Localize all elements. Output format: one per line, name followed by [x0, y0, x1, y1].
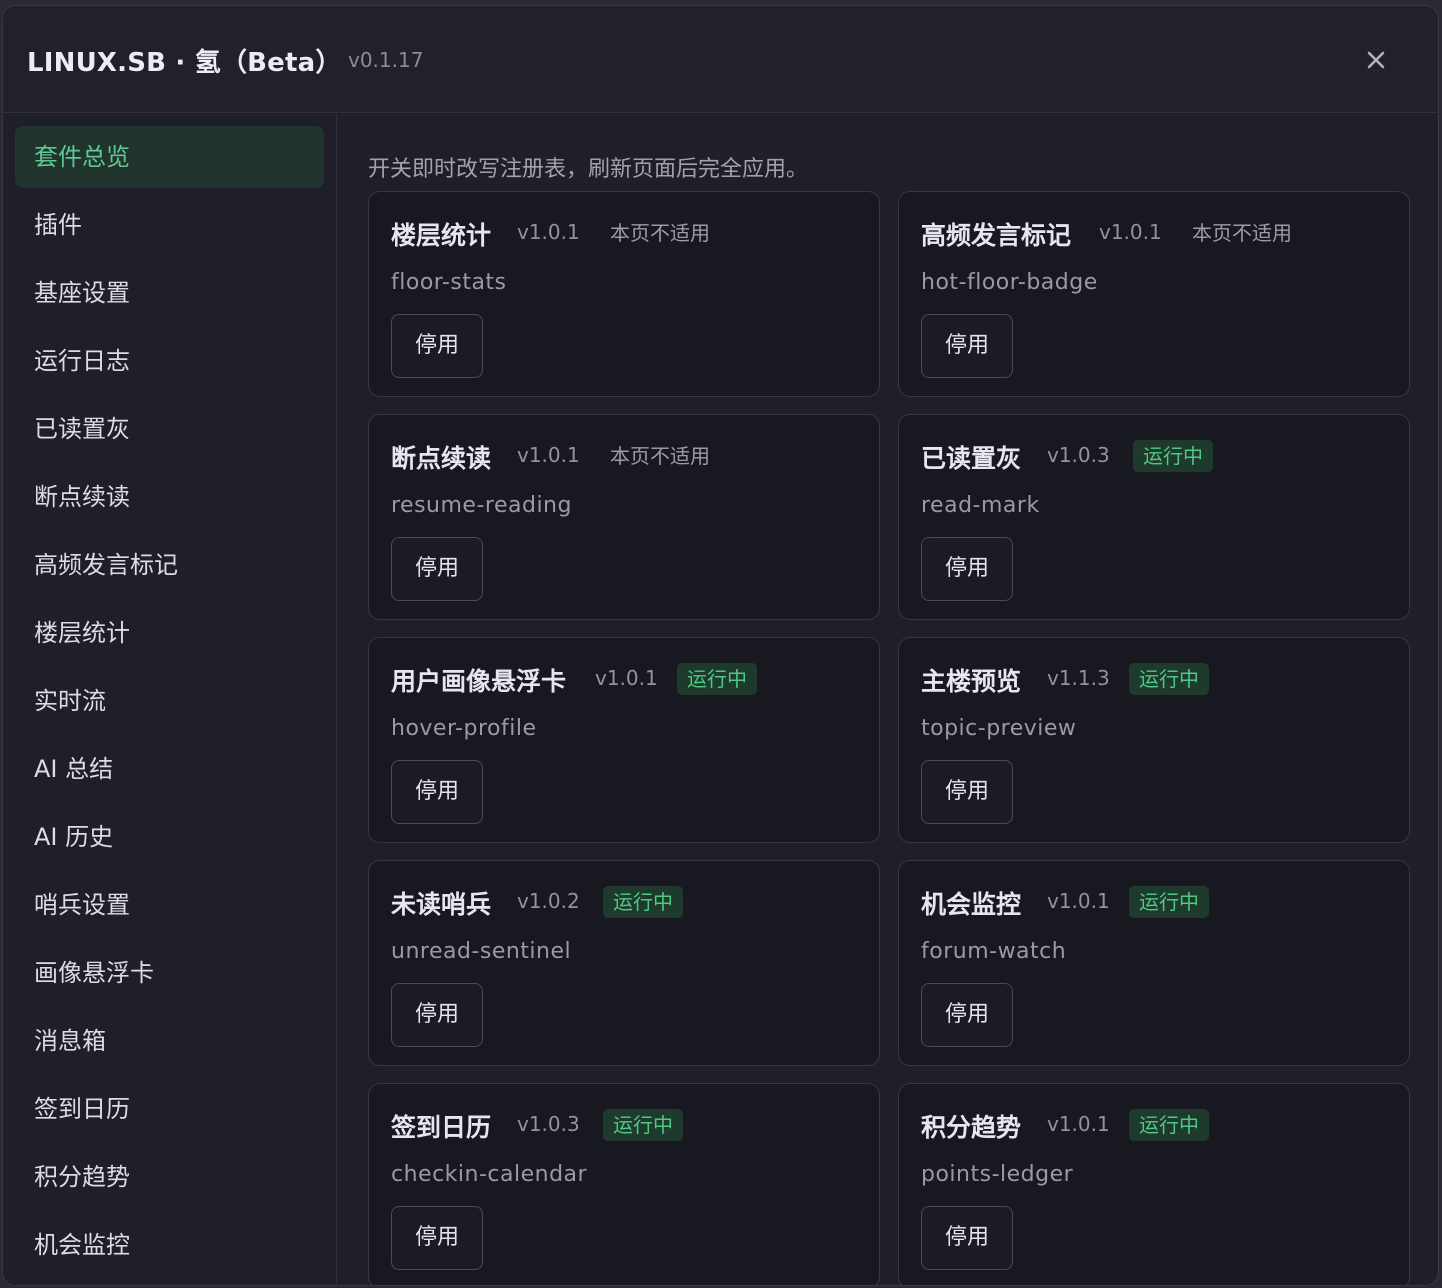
- plugin-version: v1.0.1: [1047, 1112, 1110, 1136]
- plugin-version: v1.0.1: [595, 666, 658, 690]
- sidebar-item-points-trend[interactable]: 积分趋势: [15, 1146, 324, 1208]
- plugin-version: v1.0.1: [1099, 220, 1162, 244]
- plugin-name: 未读哨兵: [391, 890, 492, 919]
- sidebar-item-ai-summary[interactable]: AI 总结: [15, 738, 324, 800]
- plugin-id: resume-reading: [391, 493, 572, 518]
- plugin-id: read-mark: [921, 493, 1040, 518]
- plugin-status-badge: 运行中: [1129, 1109, 1209, 1141]
- sidebar-item-plugins[interactable]: 插件: [15, 194, 324, 256]
- plugin-name: 已读置灰: [921, 444, 1022, 473]
- plugin-card: 未读哨兵 v1.0.2 运行中 unread-sentinel 停用: [368, 860, 880, 1066]
- disable-button[interactable]: 停用: [391, 314, 483, 378]
- sidebar-item-run-log[interactable]: 运行日志: [15, 330, 324, 392]
- overview-panel: 开关即时改写注册表，刷新页面后完全应用。 楼层统计 v1.0.1 本页不适用 f…: [338, 114, 1438, 1285]
- window-header: LINUX.SB · 氢（Beta） v0.1.17: [3, 6, 1438, 113]
- plugin-status-badge: 运行中: [603, 886, 683, 918]
- sidebar-item-forum-watch[interactable]: 机会监控: [15, 1214, 324, 1276]
- plugin-id: hot-floor-badge: [921, 270, 1098, 295]
- plugin-status-badge: 运行中: [1129, 886, 1209, 918]
- plugin-name: 高频发言标记: [921, 221, 1072, 250]
- overview-hint: 开关即时改写注册表，刷新页面后完全应用。: [368, 157, 809, 182]
- disable-button[interactable]: 停用: [921, 760, 1013, 824]
- sidebar-nav: 套件总览 插件 基座设置 运行日志 已读置灰 断点续读 高频发言标记 楼层统计 …: [3, 114, 337, 1285]
- disable-button[interactable]: 停用: [921, 983, 1013, 1047]
- plugin-id: floor-stats: [391, 270, 507, 295]
- sidebar-item-ai-history[interactable]: AI 历史: [15, 806, 324, 868]
- plugin-version: v1.0.3: [517, 1112, 580, 1136]
- plugin-status-badge: 运行中: [1133, 440, 1213, 472]
- plugin-id: points-ledger: [921, 1162, 1074, 1187]
- plugin-id: topic-preview: [921, 716, 1077, 741]
- plugin-id: checkin-calendar: [391, 1162, 588, 1187]
- plugin-card: 机会监控 v1.0.1 运行中 forum-watch 停用: [898, 860, 1410, 1066]
- close-button[interactable]: [1358, 42, 1394, 78]
- sidebar-item-live-stream[interactable]: 实时流: [15, 670, 324, 732]
- plugin-status: 本页不适用: [610, 444, 710, 468]
- sidebar-item-inbox[interactable]: 消息箱: [15, 1010, 324, 1072]
- plugin-name: 楼层统计: [391, 221, 492, 250]
- plugin-id: unread-sentinel: [391, 939, 572, 964]
- plugin-version: v1.0.2: [517, 889, 580, 913]
- app-title: LINUX.SB · 氢（Beta）: [27, 48, 342, 78]
- sidebar-item-checkin-calendar[interactable]: 签到日历: [15, 1078, 324, 1140]
- plugin-name: 机会监控: [921, 890, 1022, 919]
- disable-button[interactable]: 停用: [391, 1206, 483, 1270]
- sidebar-item-suite-overview[interactable]: 套件总览: [15, 126, 324, 188]
- plugin-card: 积分趋势 v1.0.1 运行中 points-ledger 停用: [898, 1083, 1410, 1285]
- disable-button[interactable]: 停用: [391, 537, 483, 601]
- sidebar-item-floor-stats[interactable]: 楼层统计: [15, 602, 324, 664]
- app-version: v0.1.17: [348, 48, 424, 72]
- plugin-status: 本页不适用: [610, 221, 710, 245]
- plugin-name: 积分趋势: [921, 1113, 1022, 1142]
- plugin-card: 楼层统计 v1.0.1 本页不适用 floor-stats 停用: [368, 191, 880, 397]
- disable-button[interactable]: 停用: [921, 314, 1013, 378]
- disable-button[interactable]: 停用: [921, 537, 1013, 601]
- plugin-version: v1.1.3: [1047, 666, 1110, 690]
- sidebar-item-hover-profile[interactable]: 画像悬浮卡: [15, 942, 324, 1004]
- plugin-name: 主楼预览: [921, 667, 1022, 696]
- plugin-version: v1.0.3: [1047, 443, 1110, 467]
- plugin-name: 断点续读: [391, 444, 492, 473]
- sidebar-item-sentinel-settings[interactable]: 哨兵设置: [15, 874, 324, 936]
- disable-button[interactable]: 停用: [391, 760, 483, 824]
- sidebar-item-read-mark[interactable]: 已读置灰: [15, 398, 324, 460]
- disable-button[interactable]: 停用: [391, 983, 483, 1047]
- sidebar-item-hot-floor-badge[interactable]: 高频发言标记: [15, 534, 324, 596]
- plugin-version: v1.0.1: [517, 220, 580, 244]
- plugin-status: 本页不适用: [1192, 221, 1292, 245]
- plugin-status-badge: 运行中: [677, 663, 757, 695]
- sidebar-item-resume-reading[interactable]: 断点续读: [15, 466, 324, 528]
- disable-button[interactable]: 停用: [921, 1206, 1013, 1270]
- plugin-id: hover-profile: [391, 716, 537, 741]
- sidebar-item-base-settings[interactable]: 基座设置: [15, 262, 324, 324]
- plugin-name: 用户画像悬浮卡: [391, 667, 567, 696]
- plugin-status-badge: 运行中: [1129, 663, 1209, 695]
- plugin-card: 断点续读 v1.0.1 本页不适用 resume-reading 停用: [368, 414, 880, 620]
- plugin-name: 签到日历: [391, 1113, 492, 1142]
- suite-window: LINUX.SB · 氢（Beta） v0.1.17 套件总览 插件 基座设置 …: [2, 5, 1439, 1286]
- plugin-card: 已读置灰 v1.0.3 运行中 read-mark 停用: [898, 414, 1410, 620]
- plugin-card: 签到日历 v1.0.3 运行中 checkin-calendar 停用: [368, 1083, 880, 1285]
- plugin-card: 用户画像悬浮卡 v1.0.1 运行中 hover-profile 停用: [368, 637, 880, 843]
- plugin-version: v1.0.1: [1047, 889, 1110, 913]
- plugin-card: 高频发言标记 v1.0.1 本页不适用 hot-floor-badge 停用: [898, 191, 1410, 397]
- plugin-version: v1.0.1: [517, 443, 580, 467]
- plugin-status-badge: 运行中: [603, 1109, 683, 1141]
- close-icon: [1367, 51, 1385, 69]
- plugin-card: 主楼预览 v1.1.3 运行中 topic-preview 停用: [898, 637, 1410, 843]
- plugin-id: forum-watch: [921, 939, 1067, 964]
